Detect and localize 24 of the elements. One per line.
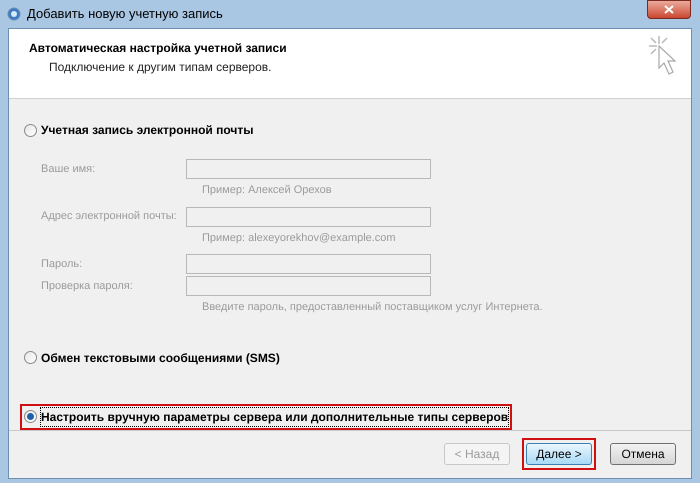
option-label[interactable]: Настроить вручную параметры сервера или дополнительные типы серверов [41,408,508,426]
option-row[interactable]: Учетная запись электронной почты [20,117,258,143]
field-label: Проверка пароля: [41,278,134,294]
dialog-button[interactable]: Далее > [526,443,592,465]
field-hint: Пример: Алексей Орехов [202,183,333,198]
option-label[interactable]: Учетная запись электронной почты [41,121,254,139]
header-subtitle: Подключение к другим типам серверов. [49,59,272,76]
radio-button[interactable] [24,410,37,423]
option-row[interactable]: Настроить вручную параметры сервера или дополнительные типы серверов [20,404,512,430]
app-icon [7,7,21,21]
close-icon [664,5,674,14]
dialog-button[interactable]: Отмена [610,443,676,465]
field-label: Адрес электронной почты: [41,209,178,224]
field-hint: Введите пароль, предоставленный поставщиком услуг Интернета. [202,300,544,315]
option-row[interactable]: Обмен текстовыми сообщениями (SMS) [20,344,284,370]
radio-button[interactable] [24,351,37,364]
window-title: Добавить новую учетную запись [27,5,223,24]
field-hint: Пример: alexeyorekhov@example.com [202,230,397,246]
header-title: Автоматическая настройка учетной записи [29,40,287,57]
close-button[interactable] [647,0,691,19]
option-label[interactable]: Обмен текстовыми сообщениями (SMS) [41,348,280,366]
field-label: Пароль: [41,256,84,272]
radio-button[interactable] [24,124,37,136]
field-label: Ваше имя: [41,162,96,177]
